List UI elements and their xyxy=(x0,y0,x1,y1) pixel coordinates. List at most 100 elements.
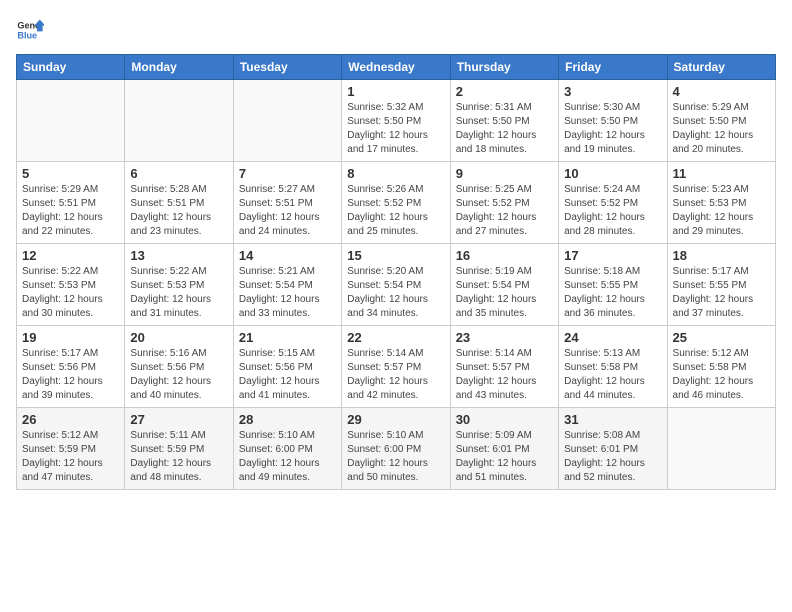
calendar-header-row: SundayMondayTuesdayWednesdayThursdayFrid… xyxy=(17,55,776,80)
day-number: 15 xyxy=(347,248,444,263)
day-info: Sunrise: 5:13 AMSunset: 5:58 PMDaylight:… xyxy=(564,347,661,403)
calendar-week-row: 12 Sunrise: 5:22 AMSunset: 5:53 PMDayligh… xyxy=(17,244,776,326)
day-number: 13 xyxy=(130,248,227,263)
day-info: Sunrise: 5:25 AMSunset: 5:52 PMDaylight:… xyxy=(456,183,553,239)
day-number: 23 xyxy=(456,330,553,345)
day-info: Sunrise: 5:17 AMSunset: 5:55 PMDaylight:… xyxy=(673,265,770,321)
day-number: 19 xyxy=(22,330,119,345)
calendar-cell: 8 Sunrise: 5:26 AMSunset: 5:52 PMDaylight… xyxy=(342,162,450,244)
calendar-cell: 14 Sunrise: 5:21 AMSunset: 5:54 PMDayligh… xyxy=(233,244,341,326)
day-info: Sunrise: 5:12 AMSunset: 5:58 PMDaylight:… xyxy=(673,347,770,403)
calendar-cell: 12 Sunrise: 5:22 AMSunset: 5:53 PMDayligh… xyxy=(17,244,125,326)
day-info: Sunrise: 5:30 AMSunset: 5:50 PMDaylight:… xyxy=(564,101,661,157)
calendar-week-row: 26Sunrise: 5:12 AMSunset: 5:59 PMDayligh… xyxy=(17,408,776,490)
day-info: Sunrise: 5:32 AMSunset: 5:50 PMDaylight:… xyxy=(347,101,444,157)
day-number: 14 xyxy=(239,248,336,263)
calendar-cell: 6 Sunrise: 5:28 AMSunset: 5:51 PMDaylight… xyxy=(125,162,233,244)
calendar-cell: 11 Sunrise: 5:23 AMSunset: 5:53 PMDayligh… xyxy=(667,162,775,244)
day-number: 16 xyxy=(456,248,553,263)
day-number: 10 xyxy=(564,166,661,181)
calendar-cell: 23Sunrise: 5:14 AMSunset: 5:57 PMDayligh… xyxy=(450,326,558,408)
calendar-cell: 9 Sunrise: 5:25 AMSunset: 5:52 PMDaylight… xyxy=(450,162,558,244)
calendar-cell: 30 Sunrise: 5:09 AMSunset: 6:01 PMDayligh… xyxy=(450,408,558,490)
day-info: Sunrise: 5:24 AMSunset: 5:52 PMDaylight:… xyxy=(564,183,661,239)
day-info: Sunrise: 5:28 AMSunset: 5:51 PMDaylight:… xyxy=(130,183,227,239)
weekday-header-wednesday: Wednesday xyxy=(342,55,450,80)
day-number: 20 xyxy=(130,330,227,345)
day-info: Sunrise: 5:08 AMSunset: 6:01 PMDaylight:… xyxy=(564,429,661,485)
day-info: Sunrise: 5:31 AMSunset: 5:50 PMDaylight:… xyxy=(456,101,553,157)
calendar-cell: 13 Sunrise: 5:22 AMSunset: 5:53 PMDayligh… xyxy=(125,244,233,326)
day-number: 11 xyxy=(673,166,770,181)
day-number: 9 xyxy=(456,166,553,181)
calendar-cell: 28Sunrise: 5:10 AMSunset: 6:00 PMDayligh… xyxy=(233,408,341,490)
calendar-cell xyxy=(233,80,341,162)
calendar-cell: 10 Sunrise: 5:24 AMSunset: 5:52 PMDayligh… xyxy=(559,162,667,244)
day-number: 8 xyxy=(347,166,444,181)
day-info: Sunrise: 5:11 AMSunset: 5:59 PMDaylight:… xyxy=(130,429,227,485)
day-number: 22 xyxy=(347,330,444,345)
calendar-cell: 1 Sunrise: 5:32 AMSunset: 5:50 PMDaylight… xyxy=(342,80,450,162)
day-info: Sunrise: 5:09 AMSunset: 6:01 PMDaylight:… xyxy=(456,429,553,485)
day-info: Sunrise: 5:19 AMSunset: 5:54 PMDaylight:… xyxy=(456,265,553,321)
day-number: 24 xyxy=(564,330,661,345)
calendar-cell: 18Sunrise: 5:17 AMSunset: 5:55 PMDayligh… xyxy=(667,244,775,326)
weekday-header-monday: Monday xyxy=(125,55,233,80)
day-info: Sunrise: 5:26 AMSunset: 5:52 PMDaylight:… xyxy=(347,183,444,239)
calendar-cell: 20 Sunrise: 5:16 AMSunset: 5:56 PMDayligh… xyxy=(125,326,233,408)
day-number: 30 xyxy=(456,412,553,427)
day-info: Sunrise: 5:16 AMSunset: 5:56 PMDaylight:… xyxy=(130,347,227,403)
calendar-cell xyxy=(17,80,125,162)
day-number: 29 xyxy=(347,412,444,427)
day-number: 12 xyxy=(22,248,119,263)
calendar-cell: 19 Sunrise: 5:17 AMSunset: 5:56 PMDayligh… xyxy=(17,326,125,408)
calendar-cell: 25 Sunrise: 5:12 AMSunset: 5:58 PMDayligh… xyxy=(667,326,775,408)
day-info: Sunrise: 5:15 AMSunset: 5:56 PMDaylight:… xyxy=(239,347,336,403)
day-info: Sunrise: 5:29 AMSunset: 5:50 PMDaylight:… xyxy=(673,101,770,157)
calendar-week-row: 19 Sunrise: 5:17 AMSunset: 5:56 PMDayligh… xyxy=(17,326,776,408)
calendar-cell: 7 Sunrise: 5:27 AMSunset: 5:51 PMDaylight… xyxy=(233,162,341,244)
logo-icon: General Blue xyxy=(16,16,44,44)
day-info: Sunrise: 5:17 AMSunset: 5:56 PMDaylight:… xyxy=(22,347,119,403)
calendar-cell: 2 Sunrise: 5:31 AMSunset: 5:50 PMDaylight… xyxy=(450,80,558,162)
calendar-cell: 27Sunrise: 5:11 AMSunset: 5:59 PMDayligh… xyxy=(125,408,233,490)
day-number: 26 xyxy=(22,412,119,427)
day-number: 21 xyxy=(239,330,336,345)
day-number: 6 xyxy=(130,166,227,181)
day-number: 1 xyxy=(347,84,444,99)
weekday-header-saturday: Saturday xyxy=(667,55,775,80)
logo: General Blue xyxy=(16,16,44,44)
day-info: Sunrise: 5:10 AMSunset: 6:00 PMDaylight:… xyxy=(239,429,336,485)
weekday-header-tuesday: Tuesday xyxy=(233,55,341,80)
day-info: Sunrise: 5:22 AMSunset: 5:53 PMDaylight:… xyxy=(130,265,227,321)
calendar-cell xyxy=(667,408,775,490)
weekday-header-friday: Friday xyxy=(559,55,667,80)
calendar-cell: 21 Sunrise: 5:15 AMSunset: 5:56 PMDayligh… xyxy=(233,326,341,408)
calendar-cell: 4 Sunrise: 5:29 AMSunset: 5:50 PMDaylight… xyxy=(667,80,775,162)
day-number: 5 xyxy=(22,166,119,181)
day-info: Sunrise: 5:27 AMSunset: 5:51 PMDaylight:… xyxy=(239,183,336,239)
calendar-cell: 26Sunrise: 5:12 AMSunset: 5:59 PMDayligh… xyxy=(17,408,125,490)
calendar-cell: 17 Sunrise: 5:18 AMSunset: 5:55 PMDayligh… xyxy=(559,244,667,326)
calendar-week-row: 5Sunrise: 5:29 AMSunset: 5:51 PMDaylight… xyxy=(17,162,776,244)
day-number: 3 xyxy=(564,84,661,99)
day-info: Sunrise: 5:21 AMSunset: 5:54 PMDaylight:… xyxy=(239,265,336,321)
day-number: 31 xyxy=(564,412,661,427)
day-number: 4 xyxy=(673,84,770,99)
calendar-week-row: 1 Sunrise: 5:32 AMSunset: 5:50 PMDaylight… xyxy=(17,80,776,162)
weekday-header-thursday: Thursday xyxy=(450,55,558,80)
calendar-cell: 5Sunrise: 5:29 AMSunset: 5:51 PMDaylight… xyxy=(17,162,125,244)
day-info: Sunrise: 5:22 AMSunset: 5:53 PMDaylight:… xyxy=(22,265,119,321)
day-info: Sunrise: 5:18 AMSunset: 5:55 PMDaylight:… xyxy=(564,265,661,321)
calendar-cell: 31 Sunrise: 5:08 AMSunset: 6:01 PMDayligh… xyxy=(559,408,667,490)
day-number: 7 xyxy=(239,166,336,181)
calendar-cell: 15 Sunrise: 5:20 AMSunset: 5:54 PMDayligh… xyxy=(342,244,450,326)
day-info: Sunrise: 5:23 AMSunset: 5:53 PMDaylight:… xyxy=(673,183,770,239)
day-number: 2 xyxy=(456,84,553,99)
calendar-cell: 16 Sunrise: 5:19 AMSunset: 5:54 PMDayligh… xyxy=(450,244,558,326)
calendar-body: 1 Sunrise: 5:32 AMSunset: 5:50 PMDaylight… xyxy=(17,80,776,490)
day-info: Sunrise: 5:14 AMSunset: 5:57 PMDaylight:… xyxy=(347,347,444,403)
day-info: Sunrise: 5:20 AMSunset: 5:54 PMDaylight:… xyxy=(347,265,444,321)
day-number: 25 xyxy=(673,330,770,345)
day-number: 17 xyxy=(564,248,661,263)
